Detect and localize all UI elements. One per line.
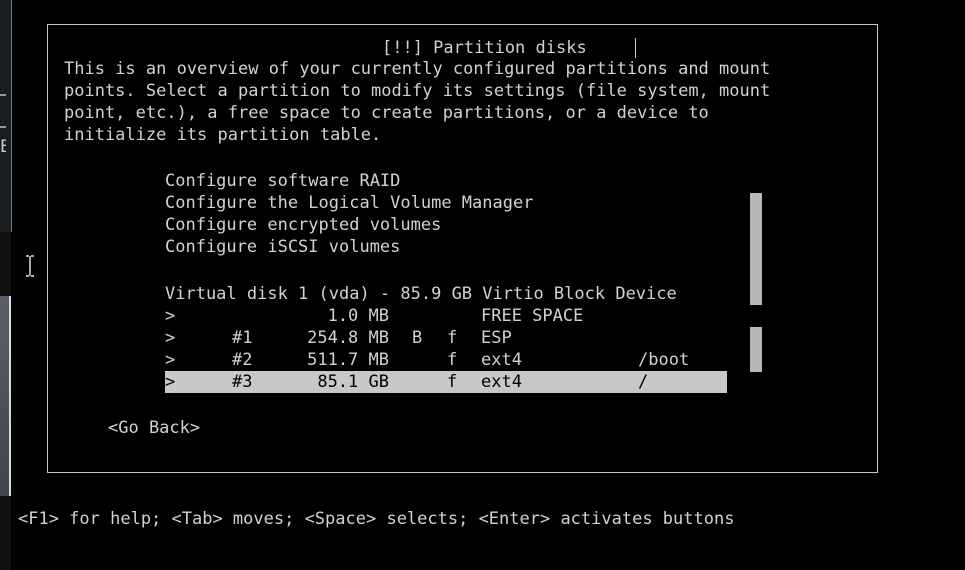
row-marker: > bbox=[165, 350, 176, 370]
row-filesystem: ext4 bbox=[481, 350, 522, 370]
row-size: 85.1 GB bbox=[317, 372, 389, 392]
description-line: point, etc.), a free space to create par… bbox=[64, 103, 709, 123]
description-line: initialize its partition table. bbox=[64, 125, 382, 145]
list-scrollbar-thumb-lower[interactable] bbox=[750, 327, 762, 372]
row-number: #1 bbox=[232, 328, 253, 348]
disk-list: Virtual disk 1 (vda) - 85.9 GB Virtio Bl… bbox=[165, 283, 727, 393]
menu-item-lvm[interactable]: Configure the Logical Volume Manager bbox=[165, 192, 533, 214]
row-number: #3 bbox=[232, 372, 253, 392]
background-window-scrollbar[interactable] bbox=[0, 296, 11, 496]
row-format-flag: f bbox=[447, 350, 458, 370]
menu-item-iscsi-volumes[interactable]: Configure iSCSI volumes bbox=[165, 236, 533, 258]
partition-row-free-space[interactable]: > 1.0 MB FREE SPACE bbox=[165, 305, 727, 327]
partition-row-2[interactable]: > #2 511.7 MB f ext4 /boot bbox=[165, 349, 727, 371]
row-marker: > bbox=[165, 372, 176, 392]
partition-row-1[interactable]: > #1 254.8 MB B f ESP bbox=[165, 327, 727, 349]
partition-menu: Configure software RAID Configure the Lo… bbox=[165, 170, 533, 258]
row-filesystem: ESP bbox=[481, 328, 512, 348]
row-filesystem: FREE SPACE bbox=[481, 306, 584, 326]
title-right-tee bbox=[635, 38, 636, 58]
row-format-flag: f bbox=[447, 372, 458, 392]
row-size: 1.0 MB bbox=[327, 306, 389, 326]
row-marker: > bbox=[165, 306, 176, 326]
list-scrollbar-thumb[interactable] bbox=[750, 193, 762, 305]
description-line: This is an overview of your currently co… bbox=[64, 59, 771, 79]
row-marker: > bbox=[165, 328, 176, 348]
row-number: #2 bbox=[232, 350, 253, 370]
background-window-panel bbox=[0, 0, 12, 232]
background-window-tick bbox=[0, 94, 6, 96]
go-back-button[interactable]: <Go Back> bbox=[108, 417, 200, 439]
menu-item-encrypted-volumes[interactable]: Configure encrypted volumes bbox=[165, 214, 533, 236]
row-format-flag: f bbox=[447, 328, 458, 348]
row-filesystem: ext4 bbox=[481, 372, 522, 392]
row-mount-point: /boot bbox=[638, 350, 690, 370]
dialog-title: [!!] Partition disks bbox=[375, 37, 594, 59]
i-beam-cursor-icon bbox=[26, 255, 34, 277]
description-line: points. Select a partition to modify its… bbox=[64, 81, 771, 101]
help-line: <F1> for help; <Tab> moves; <Space> sele… bbox=[18, 509, 735, 529]
menu-item-software-raid[interactable]: Configure software RAID bbox=[165, 170, 533, 192]
partition-row-3-selected[interactable]: > #3 85.1 GB f ext4 / bbox=[165, 371, 727, 393]
disk-device-vda[interactable]: Virtual disk 1 (vda) - 85.9 GB Virtio Bl… bbox=[165, 283, 727, 305]
row-size: 511.7 MB bbox=[307, 350, 389, 370]
background-window-tick bbox=[0, 126, 6, 128]
row-size: 254.8 MB bbox=[307, 328, 389, 348]
row-boot-flag: B bbox=[412, 328, 423, 348]
dialog-description: This is an overview of your currently co… bbox=[64, 58, 770, 146]
row-mount-point: / bbox=[638, 372, 649, 392]
background-window-glyph: E bbox=[0, 137, 6, 157]
